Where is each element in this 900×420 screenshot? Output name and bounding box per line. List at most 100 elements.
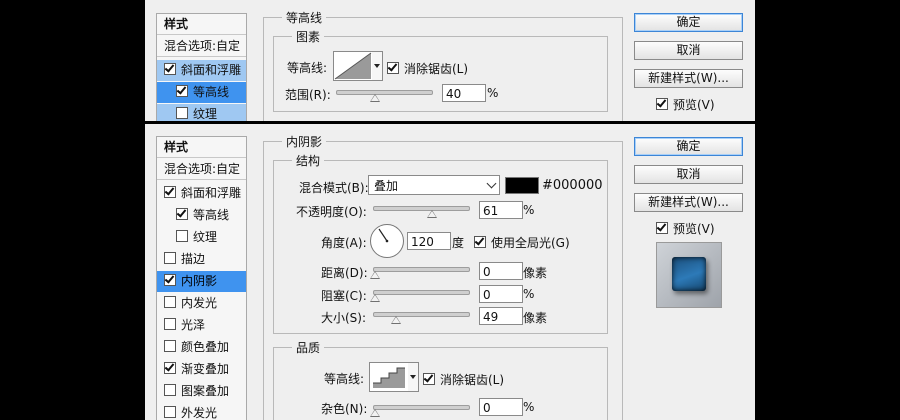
noise-input[interactable]: 0 [479,398,523,416]
checkbox-icon[interactable] [164,296,176,308]
style-item-label: 等高线 [193,208,230,222]
checkbox-icon[interactable] [164,274,176,286]
blend-mode-select[interactable]: 叠加 [368,175,500,195]
cancel-button[interactable]: 取消 [634,165,743,184]
slider-thumb[interactable] [391,316,401,324]
quality-antialias-checkbox[interactable]: 消除锯齿(L) [423,371,504,388]
cancel-button[interactable]: 取消 [634,41,743,60]
styles-header[interactable]: 样式 [157,14,246,35]
preview-label: 预览(V) [673,222,715,236]
preview-checkbox[interactable]: 预览(V) [656,220,715,237]
checkbox-icon[interactable] [164,186,176,198]
range-slider[interactable] [336,90,433,102]
style-item-color-overlay[interactable]: 颜色叠加 [157,337,246,358]
distance-slider[interactable] [370,267,470,279]
antialias-label: 消除锯齿(L) [440,373,505,387]
quality-contour-dropdown[interactable] [408,362,419,392]
style-item-texture[interactable]: 纹理 [157,104,246,121]
checkbox-icon[interactable] [656,222,668,234]
angle-dial[interactable] [370,224,404,258]
section-title: 等高线 [282,9,327,26]
size-unit: 像素 [523,311,548,325]
color-hex-label: #000000 [542,178,603,193]
quality-contour-label: 等高线: [324,372,365,386]
choke-unit: % [523,287,535,301]
style-item-label: 光泽 [181,318,206,332]
size-input[interactable]: 49 [479,307,523,325]
blend-options-item[interactable]: 混合选项:自定 [157,36,246,57]
global-light-checkbox[interactable]: 使用全局光(G) [474,234,570,251]
range-unit: % [487,86,499,100]
blend-mode-value: 叠加 [374,179,399,193]
checkbox-icon[interactable] [164,252,176,264]
contour-dropdown[interactable] [372,51,383,81]
angle-needle-icon [378,228,389,243]
checkbox-icon[interactable] [176,85,188,97]
contour-picker[interactable] [333,51,373,81]
style-item-inner-glow[interactable]: 内发光 [157,293,246,314]
ok-button[interactable]: 确定 [634,137,743,156]
slider-thumb[interactable] [427,210,437,218]
opacity-label: 不透明度(O): [296,205,367,219]
checkbox-icon[interactable] [164,406,176,418]
new-style-button[interactable]: 新建样式(W)... [634,193,743,212]
slider-thumb[interactable] [370,271,380,279]
checkbox-icon[interactable] [164,318,176,330]
size-slider[interactable] [373,312,470,324]
style-item-gradient-overlay[interactable]: 渐变叠加 [157,359,246,380]
checkbox-icon[interactable] [176,208,188,220]
style-item-satin[interactable]: 光泽 [157,315,246,336]
opacity-slider[interactable] [373,206,470,218]
noise-label: 杂色(N): [321,402,368,416]
checkbox-icon[interactable] [164,340,176,352]
checkbox-icon[interactable] [176,107,188,119]
style-item-stroke[interactable]: 描边 [157,249,246,270]
quality-contour-picker[interactable] [369,362,409,392]
new-style-button[interactable]: 新建样式(W)... [634,69,743,88]
checkbox-icon[interactable] [164,362,176,374]
styles-list: 样式 混合选项:自定 斜面和浮雕 等高线 纹理 描边 内阴影 内发光 光泽 颜色… [156,136,247,420]
shadow-color-swatch[interactable] [505,177,539,194]
antialias-checkbox[interactable]: 消除锯齿(L) [387,60,468,77]
checkbox-icon[interactable] [164,63,176,75]
preview-checkbox[interactable]: 预览(V) [656,96,715,113]
structure-title: 结构 [292,152,325,169]
range-label: 范围(R): [285,88,331,102]
style-item-contour[interactable]: 等高线 [157,205,246,226]
choke-input[interactable]: 0 [479,285,523,303]
distance-label: 距离(D): [321,266,368,280]
choke-slider[interactable] [370,290,470,302]
antialias-label: 消除锯齿(L) [404,62,469,76]
distance-input[interactable]: 0 [479,262,523,280]
checkbox-icon[interactable] [474,236,486,248]
global-light-label: 使用全局光(G) [491,236,570,250]
opacity-input[interactable]: 61 [479,201,523,219]
style-item-bevel-emboss[interactable]: 斜面和浮雕 [157,60,246,81]
styles-header[interactable]: 样式 [157,137,246,158]
slider-thumb[interactable] [370,409,380,417]
angle-input[interactable]: 120 [407,232,451,250]
style-item-contour[interactable]: 等高线 [157,82,246,103]
layer-style-dialog-inner-shadow: 样式 混合选项:自定 斜面和浮雕 等高线 纹理 描边 内阴影 内发光 光泽 颜色… [145,124,755,420]
checkbox-icon[interactable] [176,230,188,242]
noise-slider[interactable] [370,405,470,417]
style-item-label: 斜面和浮雕 [181,63,242,77]
range-input[interactable]: 40 [442,84,486,102]
style-item-bevel-emboss[interactable]: 斜面和浮雕 [157,183,246,204]
slider-thumb[interactable] [370,294,380,302]
slider-thumb[interactable] [370,94,380,102]
checkbox-icon[interactable] [164,384,176,396]
checkbox-icon[interactable] [423,373,435,385]
style-item-inner-shadow[interactable]: 内阴影 [157,271,246,292]
style-item-texture[interactable]: 纹理 [157,227,246,248]
style-item-label: 斜面和浮雕 [181,186,242,200]
style-item-outer-glow[interactable]: 外发光 [157,403,246,420]
style-item-pattern-overlay[interactable]: 图案叠加 [157,381,246,402]
style-item-label: 渐变叠加 [181,362,230,376]
checkbox-icon[interactable] [387,62,399,74]
blend-options-item[interactable]: 混合选项:自定 [157,159,246,180]
preview-tile [672,257,706,291]
ok-button[interactable]: 确定 [634,13,743,32]
checkbox-icon[interactable] [656,98,668,110]
style-preview [656,242,722,308]
